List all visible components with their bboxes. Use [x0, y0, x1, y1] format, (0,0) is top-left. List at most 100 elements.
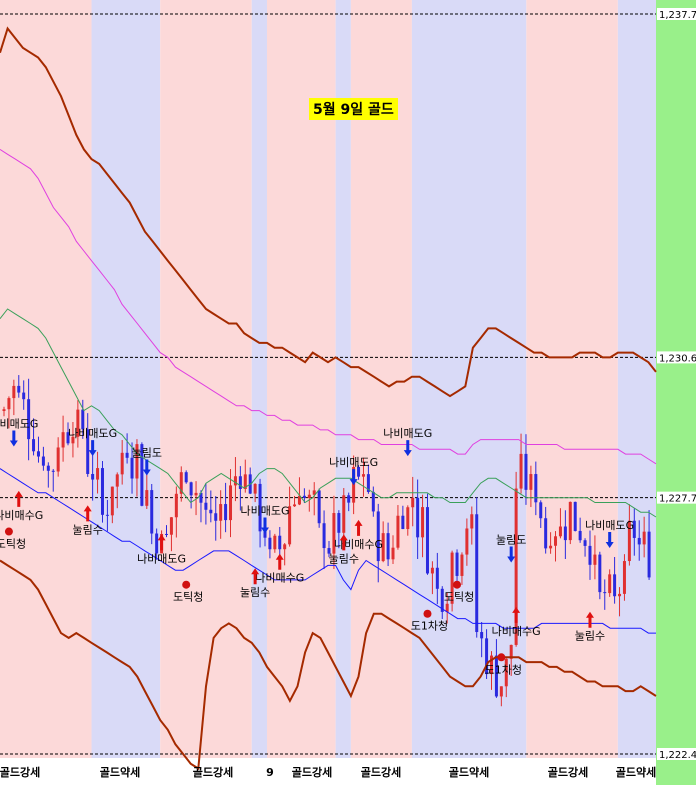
candle-body-84 — [416, 497, 420, 538]
candle-body-68 — [337, 513, 341, 533]
exit-marker-icon — [453, 580, 462, 589]
candle-body-19 — [96, 468, 100, 480]
band-label-3: 9 — [266, 766, 274, 779]
candle-body-130 — [642, 531, 646, 545]
candle-body-20 — [100, 468, 104, 515]
candle-body-86 — [425, 507, 429, 574]
band-2 — [160, 0, 252, 758]
candle-body-73 — [361, 474, 365, 477]
candle-body-45 — [224, 504, 228, 521]
candle-body-124 — [613, 574, 617, 597]
candle-body-96 — [475, 514, 479, 633]
band-label-7: 골드강세 — [548, 765, 588, 779]
exit-marker-icon — [182, 580, 191, 589]
candle-body-57 — [283, 544, 287, 550]
candle-body-110 — [544, 518, 548, 549]
candle-body-37 — [184, 472, 188, 483]
candle-body-51 — [253, 483, 257, 494]
candle-body-122 — [603, 592, 607, 594]
candle-body-4 — [22, 392, 26, 400]
annotation-label: 나비매도G — [68, 427, 117, 440]
exit-marker-icon — [4, 527, 13, 536]
annotation-label: 나비매도G — [0, 417, 38, 430]
candle-body-88 — [435, 567, 439, 589]
candle-body-12 — [61, 432, 65, 448]
annotation-label: 나비매도G — [383, 427, 432, 440]
candle-body-109 — [539, 502, 543, 519]
candle-body-117 — [578, 530, 582, 541]
candle-body-0 — [2, 409, 6, 411]
band-label-4: 골드강세 — [292, 765, 332, 779]
candle-body-116 — [573, 501, 577, 531]
band-8 — [526, 0, 618, 758]
candle-body-75 — [371, 491, 375, 512]
candle-body-34 — [169, 517, 173, 535]
candle-body-48 — [238, 476, 242, 489]
annotation-label: 도1차청 — [485, 663, 522, 676]
candle-body-29 — [145, 490, 149, 506]
annotation-label: 도틱청 — [0, 538, 26, 551]
candle-body-78 — [386, 533, 390, 560]
candle-body-105 — [519, 453, 523, 489]
candle-body-95 — [470, 514, 474, 529]
candle-body-21 — [105, 514, 109, 516]
candle-body-3 — [17, 385, 21, 393]
candle-body-113 — [558, 526, 562, 537]
candle-body-64 — [317, 490, 321, 524]
candle-body-119 — [588, 545, 592, 565]
candle-body-61 — [302, 495, 306, 498]
candle-body-129 — [637, 537, 641, 545]
candle-body-120 — [593, 554, 597, 565]
annotation-label: 눌림도 — [496, 534, 526, 547]
annotation-label: 눌림수 — [329, 552, 359, 565]
annotation-label: 나비매도G — [137, 552, 186, 565]
candle-body-46 — [229, 485, 233, 521]
candle-body-79 — [391, 547, 395, 560]
candle-body-125 — [618, 593, 622, 597]
candle-body-30 — [150, 490, 154, 534]
candle-body-121 — [598, 554, 602, 593]
annotation-label: 나비매수G — [0, 509, 43, 522]
y-tick-label-1: 1,230.6 — [659, 353, 696, 364]
annotation-label: 나비매수G — [492, 625, 541, 638]
candle-body-126 — [622, 561, 626, 594]
annotation-label: 도틱청 — [173, 591, 203, 604]
candle-body-6 — [32, 439, 36, 452]
candle-body-9 — [46, 465, 50, 471]
annotation-label: 나비매도G — [329, 456, 378, 469]
candle-body-65 — [322, 523, 326, 549]
band-label-6: 골드약세 — [449, 765, 489, 779]
band-1 — [91, 0, 161, 758]
candle-body-24 — [120, 452, 124, 475]
candle-body-10 — [51, 470, 55, 472]
candle-body-80 — [396, 515, 400, 548]
candle-body-42 — [209, 509, 213, 514]
candle-body-44 — [219, 504, 223, 521]
candle-body-33 — [165, 533, 168, 535]
band-label-0: 골드강세 — [0, 765, 40, 779]
candle-body-2 — [12, 385, 16, 399]
exit-marker-icon — [497, 653, 506, 662]
band-0 — [0, 0, 92, 758]
y-tick-label-2: 1,227.7 — [659, 494, 696, 505]
y-tick-label-3: 1,222.4 — [659, 750, 696, 761]
candle-body-39 — [194, 492, 198, 496]
candle-body-112 — [554, 536, 558, 546]
candle-body-18 — [91, 473, 95, 480]
candle-body-35 — [174, 493, 178, 518]
candle-body-70 — [347, 495, 351, 503]
candle-body-94 — [465, 528, 469, 555]
band-labels: 골드강세 골드약세 골드강세 9 골드강세 골드강세 골드약세 골드강세 골드약세 — [0, 765, 656, 779]
candle-body-123 — [608, 574, 612, 594]
candle-body-83 — [411, 497, 415, 508]
band-label-8: 골드약세 — [616, 765, 656, 779]
candle-body-8 — [41, 456, 45, 466]
candle-body-131 — [647, 531, 651, 578]
y-tick-label-0: 1,237.7 — [659, 10, 696, 21]
annotation-label: 나비매수G — [255, 572, 304, 585]
candle-body-1 — [7, 398, 11, 410]
candle-body-7 — [36, 451, 40, 457]
band-label-1: 골드약세 — [100, 765, 140, 779]
candle-body-101 — [499, 686, 503, 697]
candle-body-11 — [56, 447, 60, 472]
